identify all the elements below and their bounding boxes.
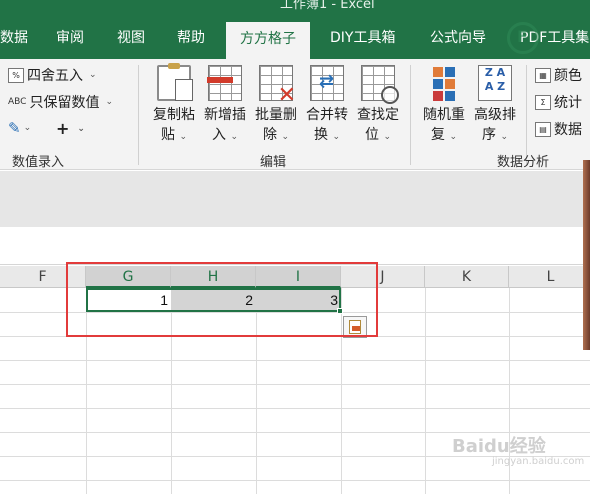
stats-icon: Σ (535, 94, 551, 110)
convert-arrows-icon (310, 65, 344, 101)
chevron-down-icon: ⌄ (449, 132, 457, 142)
chevron-down-icon: ⌄ (77, 123, 85, 134)
watermark-url: jingyan.baidu.com (492, 456, 585, 467)
chevron-down-icon: ⌄ (500, 132, 508, 142)
advanced-sort-button[interactable]: Z AA Z 高级排 序 ⌄ (469, 63, 521, 147)
window-title: 工作簿1 - Excel (280, 0, 375, 12)
grid-line (0, 384, 590, 385)
title-bar: 工作簿1 - Excel (0, 0, 590, 18)
clipboard-icon (157, 63, 193, 101)
tab-fangfanggezi[interactable]: 方方格子 (226, 22, 310, 59)
tab-help[interactable]: 帮助 (177, 18, 205, 59)
merge-convert-button[interactable]: 合并转 换 ⌄ (301, 63, 353, 147)
find-locate-button[interactable]: 查找定 位 ⌄ (352, 63, 404, 147)
chevron-down-icon: ⌄ (230, 132, 238, 142)
data-label: 数据 (554, 122, 582, 138)
random-repeat-label: 随机重 (423, 107, 465, 123)
chevron-down-icon: ⌄ (179, 132, 187, 142)
find-locate-label-2: 位 (365, 127, 379, 143)
ribbon: % 四舍五入 ⌄ ABC 只保留数值 ⌄ ✎ ⌄ + ⌄ 数值录入 复制粘 贴 … (0, 59, 590, 170)
stats-button[interactable]: Σ 统计 (535, 92, 582, 112)
abc-icon: ABC (8, 97, 27, 107)
chevron-down-icon: ⌄ (105, 97, 114, 107)
column-header-l[interactable]: L (509, 266, 590, 288)
data-table-icon: ▤ (535, 121, 551, 137)
find-locate-label: 查找定 (357, 107, 399, 123)
color-button[interactable]: ▦ 颜色 (535, 65, 582, 85)
keep-value-label: 只保留数值 (29, 95, 100, 111)
grid-line (0, 408, 590, 409)
window-edge (583, 160, 590, 350)
plus-button[interactable]: + ⌄ (56, 119, 85, 138)
chevron-down-icon: ⌄ (89, 70, 97, 80)
batch-delete-button[interactable]: 批量删 除 ⌄ (250, 63, 302, 147)
delete-icon (259, 65, 296, 106)
chevron-down-icon: ⌄ (23, 123, 32, 133)
group-separator (410, 65, 411, 165)
ribbon-gap-band (0, 171, 590, 227)
color-label: 颜色 (554, 68, 582, 84)
insert-label-2: 入 (212, 127, 226, 143)
batch-delete-label: 批量删 (255, 107, 297, 123)
tab-view[interactable]: 视图 (117, 18, 145, 59)
advanced-sort-label-2: 序 (482, 127, 496, 143)
group-label-value-entry: 数值录入 (12, 155, 65, 170)
keep-value-button[interactable]: ABC 只保留数值 ⌄ (8, 92, 113, 112)
chevron-down-icon: ⌄ (281, 132, 289, 142)
sort-az-icon: Z AA Z (478, 65, 512, 101)
data-button[interactable]: ▤ 数据 (535, 119, 582, 139)
ribbon-tab-bar: 数据 审阅 视图 帮助 方方格子 DIY工具箱 公式向导 PDF工具集 F (0, 18, 590, 59)
batch-delete-label-2: 除 (263, 127, 277, 143)
watermark: Baidu经验 jingyan.baidu.com (452, 432, 584, 467)
random-blocks-icon (427, 65, 461, 101)
tab-review[interactable]: 审阅 (56, 18, 84, 59)
round-button[interactable]: % 四舍五入 ⌄ (8, 65, 97, 85)
watermark-brand: Baidu经验 (452, 436, 546, 457)
group-separator (138, 65, 139, 165)
merge-convert-label: 合并转 (306, 107, 348, 123)
group-label-analysis: 数据分析 (497, 155, 550, 170)
grid-line (0, 480, 590, 481)
highlight-annotation-box (66, 262, 378, 337)
plus-icon: + (56, 119, 70, 138)
column-header-k[interactable]: K (425, 266, 509, 288)
chevron-down-icon: ⌄ (332, 132, 340, 142)
color-grid-icon: ▦ (535, 67, 551, 83)
group-label-edit: 编辑 (260, 155, 287, 170)
chevron-down-icon: ⌄ (383, 132, 391, 142)
tab-diy-toolbox[interactable]: DIY工具箱 (330, 18, 395, 59)
edit-entry-button[interactable]: ✎ ⌄ (8, 119, 31, 137)
brand-logo-icon: F (507, 22, 539, 54)
insert-rows-icon (207, 65, 242, 101)
tab-formula-wizard[interactable]: 公式向导 (430, 18, 486, 59)
copy-paste-label: 复制粘 (153, 107, 195, 123)
grid-line (425, 288, 426, 494)
random-repeat-button[interactable]: 随机重 复 ⌄ (418, 63, 470, 147)
tab-data[interactable]: 数据 (0, 18, 28, 59)
pencil-icon: ✎ (8, 119, 21, 137)
stats-label: 统计 (554, 95, 582, 111)
grid-line (0, 360, 590, 361)
formula-bar[interactable] (0, 227, 590, 265)
round-label: 四舍五入 (27, 68, 83, 84)
insert-button[interactable]: 新增插 入 ⌄ (199, 63, 251, 147)
copy-paste-label-2: 贴 (161, 127, 175, 143)
insert-label: 新增插 (204, 107, 246, 123)
advanced-sort-label: 高级排 (474, 107, 516, 123)
group-separator (526, 65, 527, 165)
round-icon: % (8, 67, 24, 83)
merge-convert-label-2: 换 (314, 127, 328, 143)
copy-paste-button[interactable]: 复制粘 贴 ⌄ (148, 63, 200, 147)
random-repeat-label-2: 复 (431, 127, 445, 143)
magnifier-icon (361, 65, 399, 104)
